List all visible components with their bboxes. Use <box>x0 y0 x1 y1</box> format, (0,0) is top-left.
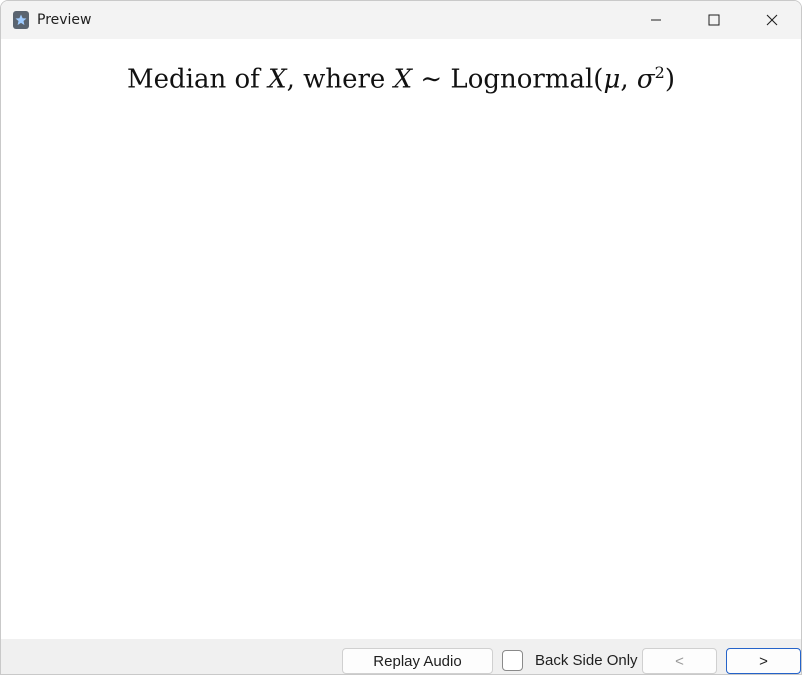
title-bar[interactable]: Preview <box>1 1 801 39</box>
formula-close-paren: ) <box>664 64 675 95</box>
formula-mu: μ <box>603 64 621 95</box>
formula-where: where <box>303 64 394 95</box>
card-preview-area: Median of X, where X ∼ Lognormal(μ, σ2) <box>1 39 801 639</box>
maximize-icon <box>708 14 720 26</box>
formula-var-x: X <box>268 64 287 95</box>
maximize-button[interactable] <box>685 1 743 39</box>
anki-star-icon <box>13 11 29 29</box>
replay-audio-button[interactable]: Replay Audio <box>342 648 493 674</box>
window-title: Preview <box>37 12 92 28</box>
previous-card-button[interactable]: < <box>642 648 717 674</box>
formula-comma: , <box>286 64 304 95</box>
close-button[interactable] <box>743 1 801 39</box>
next-card-button[interactable]: > <box>726 648 801 674</box>
close-icon <box>766 14 778 26</box>
formula-separator: , <box>620 64 637 95</box>
formula-distribution: Lognormal( <box>450 64 604 95</box>
formula-sigma: σ <box>636 64 655 95</box>
formula-tilde: ∼ <box>412 64 451 95</box>
card-formula: Median of X, where X ∼ Lognormal(μ, σ2) <box>1 63 801 95</box>
formula-prefix: Median of <box>127 64 269 95</box>
preview-window: Preview Median of X, where X ∼ Lognormal… <box>0 0 802 675</box>
preview-footer: Replay Audio Back Side Only < > <box>1 639 801 674</box>
minimize-button[interactable] <box>627 1 685 39</box>
formula-exponent: 2 <box>654 63 665 82</box>
minimize-icon <box>651 19 661 21</box>
back-side-only-checkbox[interactable] <box>502 650 523 671</box>
formula-var-x-2: X <box>393 64 413 95</box>
back-side-only-label[interactable]: Back Side Only <box>535 652 638 669</box>
